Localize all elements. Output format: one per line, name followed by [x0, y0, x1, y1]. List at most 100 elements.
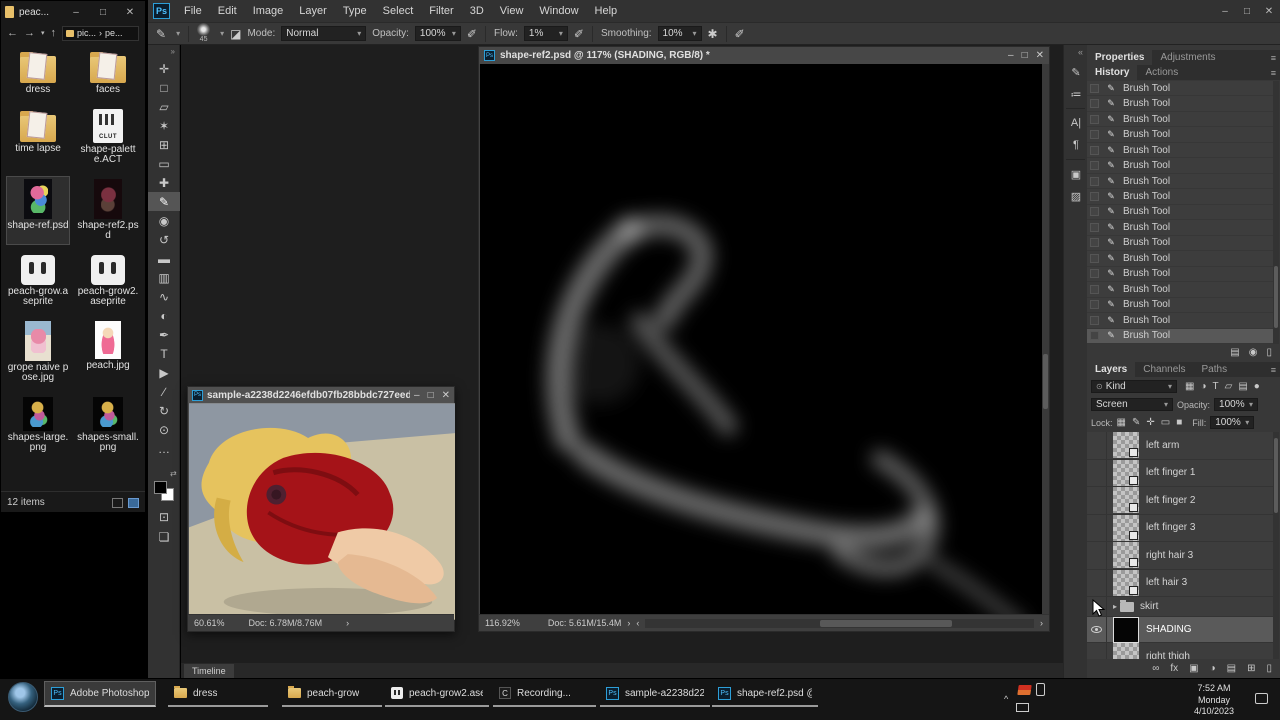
usb-icon[interactable]: [1036, 683, 1045, 696]
zoom-level[interactable]: 60.61%: [194, 618, 225, 628]
pen-tool[interactable]: ✒: [148, 325, 180, 344]
history-scrollbar-thumb[interactable]: [1274, 266, 1278, 328]
document-maximize-button[interactable]: □: [1022, 50, 1028, 61]
history-state-row[interactable]: ✎Brush Tool: [1087, 174, 1273, 189]
history-dropdown-icon[interactable]: ▾: [41, 29, 45, 37]
tab-adjustments[interactable]: Adjustments: [1152, 50, 1223, 65]
layer-styles-icon[interactable]: fx: [1170, 663, 1178, 674]
history-state-row[interactable]: ✎Brush Tool: [1087, 127, 1273, 142]
tray-expand-icon[interactable]: ^: [1004, 694, 1008, 704]
history-source-checkbox[interactable]: [1090, 331, 1099, 340]
layer-row-left-finger-1[interactable]: left finger 1: [1087, 460, 1273, 488]
file-item-shapes-small-png[interactable]: shapes-small.png: [76, 394, 140, 457]
panel-menu-icon[interactable]: ≡: [1267, 50, 1280, 65]
gear-icon[interactable]: ✱: [708, 27, 718, 41]
foreground-color-swatch[interactable]: [154, 481, 167, 494]
blend-mode-select[interactable]: Normal ▾: [281, 26, 366, 41]
delete-layer-icon[interactable]: ▯: [1266, 663, 1272, 674]
history-source-checkbox[interactable]: [1090, 238, 1099, 247]
rotate-view-tool[interactable]: ↻: [148, 401, 180, 420]
delete-state-icon[interactable]: ▯: [1266, 347, 1272, 358]
notification-center-icon[interactable]: [1255, 693, 1268, 704]
path-select-tool[interactable]: ▶: [148, 363, 180, 382]
line-tool[interactable]: ∕: [148, 382, 180, 401]
history-state-row[interactable]: ✎Brush Tool: [1087, 220, 1273, 235]
history-state-row[interactable]: ✎Brush Tool: [1087, 189, 1273, 204]
task-recording-[interactable]: CRecording...: [493, 681, 596, 707]
status-expand-icon[interactable]: ›: [346, 618, 349, 628]
breadcrumb-root[interactable]: pic...: [77, 28, 96, 38]
task-peach-grow2-aseprite-[interactable]: peach-grow2.aseprite...: [385, 681, 489, 707]
healing-brush-tool[interactable]: ✚: [148, 173, 180, 192]
new-snapshot-icon[interactable]: ◉: [1249, 347, 1258, 358]
history-state-row[interactable]: ✎Brush Tool: [1087, 329, 1273, 344]
brush-preset-picker[interactable]: 45: [197, 23, 210, 44]
menu-file[interactable]: File: [176, 5, 210, 17]
visibility-toggle[interactable]: [1087, 643, 1107, 659]
file-item-shape-ref2-psd[interactable]: shape-ref2.psd: [76, 176, 140, 245]
start-button[interactable]: [8, 682, 38, 712]
shape-filter-icon[interactable]: ▱: [1225, 381, 1233, 392]
sample-titlebar[interactable]: Ps sample-a2238d2246efdb07fb28bbdc727eed…: [188, 387, 454, 403]
layers-scrollbar-thumb[interactable]: [1274, 438, 1278, 513]
horizontal-scrollbar-thumb[interactable]: [820, 620, 952, 627]
menu-type[interactable]: Type: [335, 5, 375, 17]
layer-mask-icon[interactable]: ▣: [1189, 663, 1198, 674]
ruler-tool[interactable]: ▭: [148, 154, 180, 173]
brushes-panel-icon[interactable]: ≔: [1064, 83, 1088, 105]
taskbar-clock[interactable]: 7:52 AM Monday 4/10/2023: [1186, 683, 1242, 718]
smudge-tool[interactable]: ∿: [148, 287, 180, 306]
task-shape-ref2-psd-117-[interactable]: Psshape-ref2.psd @ 117...: [712, 681, 818, 707]
paragraph-panel-icon[interactable]: ¶: [1064, 134, 1088, 156]
layer-row-right-thigh[interactable]: right thigh: [1087, 643, 1273, 659]
kind-filter-select[interactable]: ⊙ Kind ▾: [1091, 380, 1177, 393]
clone-stamp-tool[interactable]: ◉: [148, 211, 180, 230]
file-item-peach-grow-aseprite[interactable]: peach-grow.aseprite: [6, 252, 70, 311]
history-state-row[interactable]: ✎Brush Tool: [1087, 143, 1273, 158]
visibility-toggle[interactable]: [1087, 542, 1107, 569]
task-sample-a2238d2246ef-[interactable]: Pssample-a2238d2246ef...: [600, 681, 710, 707]
tab-properties[interactable]: Properties: [1087, 50, 1152, 65]
file-item-peach-grow2-aseprite[interactable]: peach-grow2.aseprite: [76, 252, 140, 311]
sample-minimize-button[interactable]: –: [414, 390, 420, 401]
scroll-right-icon[interactable]: ›: [1040, 618, 1043, 628]
menu-edit[interactable]: Edit: [210, 5, 245, 17]
layers-scrollbar[interactable]: [1273, 432, 1279, 659]
menu-image[interactable]: Image: [245, 5, 292, 17]
file-item-shapes-large-png[interactable]: shapes-large.png: [6, 394, 70, 457]
move-tool[interactable]: ✛: [148, 59, 180, 78]
flow-select[interactable]: 1% ▾: [524, 26, 568, 41]
document-titlebar[interactable]: Ps shape-ref2.psd @ 117% (SHADING, RGB/8…: [479, 47, 1049, 64]
brush-settings-panel-icon[interactable]: ✎: [1064, 61, 1088, 83]
up-icon[interactable]: ↑: [51, 27, 57, 39]
new-doc-from-state-icon[interactable]: ▤: [1230, 347, 1239, 358]
document-close-button[interactable]: ✕: [1036, 50, 1044, 61]
history-state-row[interactable]: ✎Brush Tool: [1087, 112, 1273, 127]
visibility-toggle[interactable]: [1087, 515, 1107, 542]
sample-image[interactable]: [189, 403, 455, 620]
document-minimize-button[interactable]: –: [1008, 50, 1014, 61]
history-source-checkbox[interactable]: [1090, 130, 1099, 139]
pressure-opacity-icon[interactable]: ✐: [467, 27, 477, 41]
opacity-select[interactable]: 100% ▾: [415, 26, 461, 41]
swap-colors-icon[interactable]: ⇄: [170, 469, 177, 478]
fill-select[interactable]: 100% ▾: [1210, 416, 1254, 429]
history-source-checkbox[interactable]: [1090, 115, 1099, 124]
history-state-row[interactable]: ✎Brush Tool: [1087, 313, 1273, 328]
layer-row-left-finger-2[interactable]: left finger 2: [1087, 487, 1273, 515]
file-item-grope-naive-pose-jpg[interactable]: grope naive pose.jpg: [6, 318, 70, 387]
tab-history[interactable]: History: [1087, 65, 1137, 80]
layer-row-shading[interactable]: SHADING: [1087, 617, 1273, 643]
panel-menu-icon[interactable]: ≡: [1267, 65, 1280, 80]
file-item-shape-palette-act[interactable]: CLUTshape-palette.ACT: [76, 106, 140, 169]
visibility-toggle[interactable]: [1087, 570, 1107, 597]
link-layers-icon[interactable]: ∞: [1152, 663, 1159, 674]
task-peach-grow[interactable]: peach-grow: [282, 681, 382, 707]
display-icon[interactable]: [1016, 703, 1029, 712]
gradient-tool[interactable]: ▥: [148, 268, 180, 287]
pressure-size-icon[interactable]: ✐: [735, 27, 745, 41]
layer-row-right-hair-3[interactable]: right hair 3: [1087, 542, 1273, 570]
adjustments-panel-icon[interactable]: ▨: [1064, 185, 1088, 207]
task-dress[interactable]: dress: [168, 681, 268, 707]
file-item-time-lapse[interactable]: time lapse: [6, 106, 70, 169]
